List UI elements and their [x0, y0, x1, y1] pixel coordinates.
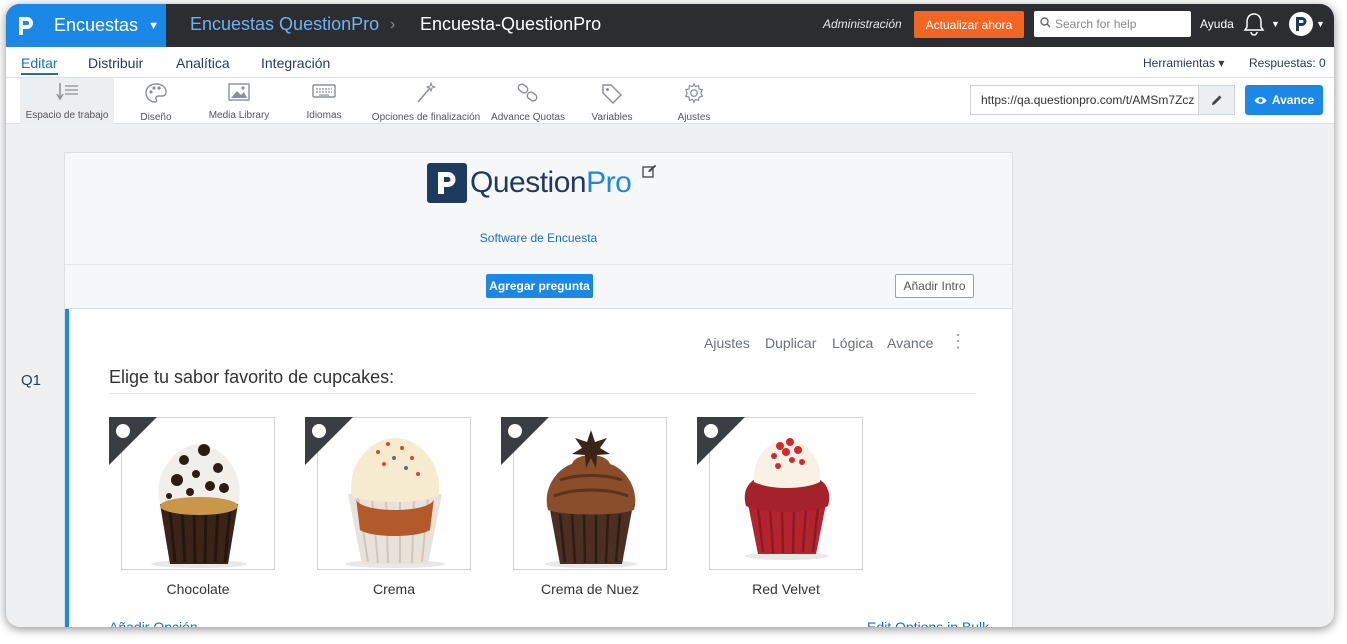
- question-preview-link[interactable]: Avance: [887, 335, 933, 351]
- tab-editar[interactable]: Editar: [21, 55, 58, 75]
- option-label[interactable]: Crema: [317, 581, 471, 597]
- responses-count[interactable]: Respuestas: 0: [1249, 56, 1326, 70]
- toolbar: Espacio de trabajo Diseño Media Library …: [6, 78, 1334, 124]
- app-window: Encuestas ▼ Encuestas QuestionPro › Encu…: [6, 4, 1334, 627]
- questionpro-logo-icon: [427, 163, 467, 203]
- tool-advance-quotas[interactable]: Advance Quotas: [490, 78, 566, 124]
- palette-icon: [144, 82, 168, 109]
- question-logic-link[interactable]: Lógica: [832, 335, 873, 351]
- divider: [109, 393, 976, 394]
- tool-label: Media Library: [208, 110, 270, 121]
- tools-menu-label: Herramientas: [1143, 56, 1216, 70]
- question-settings-link[interactable]: Ajustes: [704, 335, 750, 351]
- preview-button-label: Avance: [1271, 93, 1315, 107]
- tool-variables[interactable]: Variables: [584, 78, 640, 124]
- option-label[interactable]: Chocolate: [121, 581, 275, 597]
- survey-url-text[interactable]: https://qa.questionpro.com/t/AMSm7Zcz: [971, 93, 1198, 107]
- survey-logo[interactable]: QuestionPro: [427, 163, 632, 203]
- survey-header: QuestionPro Software de Encuesta: [65, 153, 1012, 265]
- add-option-link[interactable]: Añadir Opción: [109, 619, 198, 627]
- pencil-icon[interactable]: [1198, 86, 1234, 114]
- option-label[interactable]: Crema de Nuez: [513, 581, 667, 597]
- tag-icon: [600, 82, 624, 109]
- option-image-frame: [109, 417, 275, 570]
- option-corner-badge: [697, 417, 745, 465]
- question-duplicate-link[interactable]: Duplicar: [765, 335, 816, 351]
- caret-down-icon: ▾: [1218, 56, 1225, 70]
- tool-workspace[interactable]: Espacio de trabajo: [20, 78, 114, 124]
- tool-design[interactable]: Diseño: [128, 78, 184, 124]
- breadcrumb-current: Encuesta-QuestionPro: [420, 14, 602, 34]
- tool-completion-options[interactable]: Opciones de finalización: [370, 78, 482, 124]
- tool-media-library[interactable]: Media Library: [202, 78, 276, 124]
- tool-label: Variables: [591, 112, 633, 123]
- tool-label: Ajustes: [677, 112, 711, 123]
- tab-analitica[interactable]: Analítica: [176, 55, 230, 71]
- eye-icon: [1254, 96, 1267, 105]
- keyboard-icon: [311, 82, 337, 107]
- logo-pro: Pro: [586, 166, 632, 199]
- bell-icon[interactable]: [1243, 12, 1265, 41]
- tool-label: Espacio de trabajo: [25, 110, 109, 121]
- gear-icon: [682, 82, 706, 109]
- workspace-icon: [54, 82, 80, 107]
- product-switcher[interactable]: Encuestas ▼: [6, 4, 166, 47]
- survey-subtitle[interactable]: Software de Encuesta: [65, 231, 1012, 245]
- questionpro-logo-icon: [6, 4, 46, 47]
- user-avatar[interactable]: [1289, 12, 1313, 36]
- chevron-down-icon[interactable]: ▼: [1271, 19, 1280, 29]
- option-image-frame: [501, 417, 667, 570]
- link-icon: [516, 82, 540, 109]
- help-search[interactable]: [1034, 11, 1191, 37]
- logo-question: Question: [470, 166, 587, 199]
- add-intro-button[interactable]: Añadir Intro: [895, 274, 974, 298]
- help-link[interactable]: Ayuda: [1200, 17, 1234, 31]
- breadcrumb-parent[interactable]: Encuestas QuestionPro: [190, 14, 379, 35]
- search-input[interactable]: [1055, 17, 1185, 31]
- radio-button[interactable]: [704, 424, 718, 438]
- survey-canvas: QuestionPro Software de Encuesta Agregar…: [64, 152, 1013, 627]
- tool-label: Advance Quotas: [491, 112, 565, 123]
- option-image-frame: [697, 417, 863, 570]
- chevron-down-icon[interactable]: ▼: [1316, 19, 1325, 29]
- tool-label: Idiomas: [306, 110, 342, 121]
- tool-label: Opciones de finalización: [371, 112, 481, 123]
- top-bar: Encuestas ▼ Encuestas QuestionPro › Encu…: [6, 4, 1334, 47]
- radio-button[interactable]: [508, 424, 522, 438]
- wand-icon: [414, 81, 438, 109]
- question-text[interactable]: Elige tu sabor favorito de cupcakes:: [109, 367, 394, 388]
- radio-button[interactable]: [116, 424, 130, 438]
- product-name: Encuestas: [54, 15, 139, 35]
- chevron-down-icon: ▼: [148, 19, 159, 32]
- edit-icon[interactable]: [642, 164, 657, 183]
- survey-url-field[interactable]: https://qa.questionpro.com/t/AMSm7Zcz: [970, 85, 1235, 115]
- option-corner-badge: [109, 417, 157, 465]
- search-icon: [1040, 15, 1051, 33]
- logo-wordmark: QuestionPro: [470, 166, 632, 200]
- question-block: Ajustes Duplicar Lógica Avance ⋮ Elige t…: [65, 309, 1012, 627]
- tab-distribuir[interactable]: Distribuir: [88, 55, 143, 71]
- option-label[interactable]: Red Velvet: [709, 581, 863, 597]
- tool-settings[interactable]: Ajustes: [666, 78, 722, 124]
- admin-link[interactable]: Administración: [823, 17, 902, 31]
- tool-languages[interactable]: Idiomas: [296, 78, 352, 124]
- question-number: Q1: [21, 372, 42, 389]
- option-corner-badge: [501, 417, 549, 465]
- image-icon: [227, 82, 251, 107]
- chevron-right-icon: ›: [390, 16, 396, 33]
- tools-menu[interactable]: Herramientas ▾: [1143, 56, 1224, 70]
- more-options-icon[interactable]: ⋮: [949, 331, 967, 352]
- survey-actions: Agregar pregunta Añadir Intro: [65, 265, 1012, 309]
- tool-label: Diseño: [140, 112, 172, 123]
- edit-options-bulk-link[interactable]: Edit Options in Bulk: [867, 619, 989, 627]
- tab-integracion[interactable]: Integración: [261, 55, 330, 71]
- preview-button[interactable]: Avance: [1245, 85, 1323, 115]
- radio-button[interactable]: [312, 424, 326, 438]
- add-question-button[interactable]: Agregar pregunta: [486, 274, 593, 298]
- option-corner-badge: [305, 417, 353, 465]
- nav-tabs: Editar Distribuir Analítica Integración …: [6, 47, 1334, 78]
- option-image-frame: [305, 417, 471, 570]
- upgrade-button[interactable]: Actualizar ahora: [914, 11, 1024, 38]
